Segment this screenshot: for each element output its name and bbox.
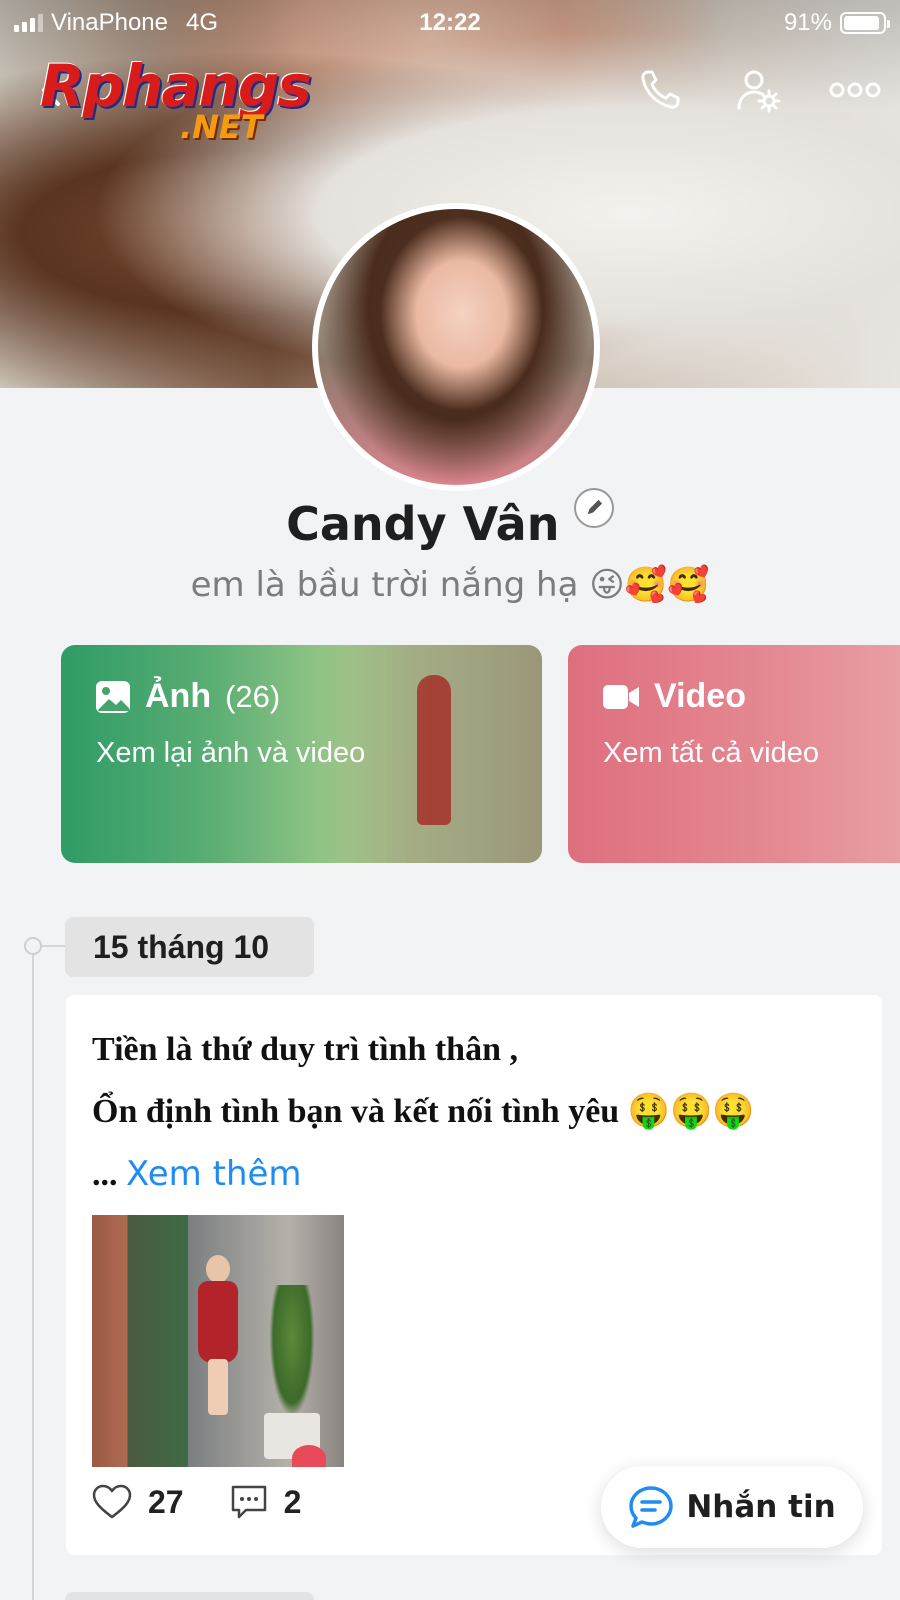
watermark-logo: Rphangs .NET [40,52,312,146]
post-photo[interactable] [92,1215,344,1467]
profile-bio: em là bầu trời nắng hạ 😜🥰🥰 [190,565,710,605]
more-icon[interactable] [828,66,882,114]
like-button[interactable]: 27 [92,1484,184,1521]
see-more-link[interactable]: Xem thêm [126,1154,302,1194]
heart-icon [92,1484,132,1519]
battery-percent: 91% [783,9,832,36]
video-label: Video [654,677,746,715]
post-line-1: Tiền là thứ duy trì tình thân , [92,1031,518,1068]
video-card[interactable]: Video Xem tất cả video [568,645,900,863]
battery-icon [840,12,890,34]
photos-count: (26) [225,678,281,714]
video-camera-icon [603,684,639,709]
status-bar: VinaPhone 4G 12:22 91% [0,0,900,44]
watermark-line1: Rphangs [40,52,312,120]
post-line-2: Ổn định tình bạn và kết nối tình yêu 🤑🤑🤑 [92,1093,755,1130]
timeline-date: 15 tháng 10 [65,917,314,977]
photos-label: Ảnh [145,677,212,715]
comment-icon [231,1485,266,1519]
comment-button[interactable]: 2 [230,1483,302,1521]
photos-card-subtitle: Xem lại ảnh và video [96,737,366,769]
photos-card-title: Ảnh (26) [95,677,280,716]
edit-name-icon[interactable] [573,488,614,528]
post-line-3: ... Xem thêm [92,1143,872,1206]
battery-info: 91% [783,9,890,37]
photos-card[interactable]: Ảnh (26) Xem lại ảnh và video [61,645,542,863]
message-button-label: Nhắn tin [686,1489,836,1525]
profile-avatar[interactable] [312,203,600,491]
video-card-subtitle: Xem tất cả video [603,737,819,769]
timeline-dot [24,937,42,955]
status-time: 12:22 [419,9,481,36]
user-settings-icon[interactable] [734,66,782,114]
message-button[interactable]: Nhắn tin [601,1466,863,1548]
image-icon [96,680,130,713]
profile-name-row: Candy Vân [0,488,900,551]
phone-icon[interactable] [636,66,684,114]
comment-count: 2 [283,1483,302,1520]
post-ellipsis: ... [92,1156,126,1193]
timeline-line [32,945,34,1600]
chat-bubble-icon [629,1486,674,1528]
profile-name: Candy Vân [286,497,560,551]
next-timeline-date [65,1592,314,1600]
like-count: 27 [148,1483,184,1520]
post-text: Tiền là thứ duy trì tình thân , Ổn định … [92,1019,872,1206]
post-reactions: 27 2 [92,1483,347,1521]
timeline-connector [42,945,66,947]
video-card-title: Video [602,677,746,716]
